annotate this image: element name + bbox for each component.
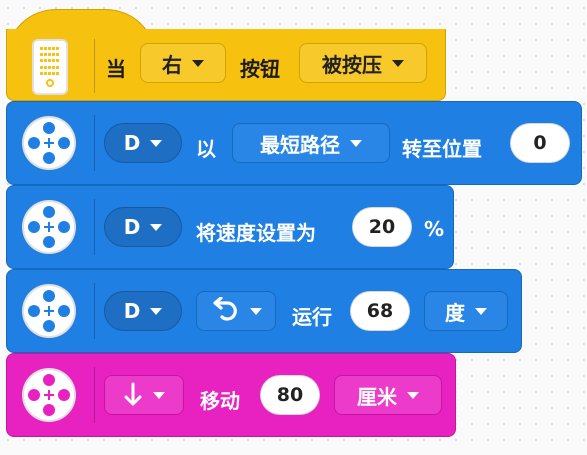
distance-input[interactable]: 80 <box>260 375 320 415</box>
block-separator <box>94 115 95 171</box>
event-selector-value: 被按压 <box>322 52 382 77</box>
motor-run-for-block[interactable]: D 运行 68 度 <box>6 269 582 353</box>
port-selector-dropdown[interactable]: D <box>104 123 182 163</box>
direction-value: 最短路径 <box>260 132 340 157</box>
speed-input[interactable]: 20 <box>352 207 412 247</box>
down-arrow-icon <box>124 382 142 406</box>
hub-icon <box>32 39 68 95</box>
unit-dropdown[interactable]: 度 <box>424 291 508 331</box>
chevron-down-icon <box>350 139 362 147</box>
chevron-down-icon <box>407 391 419 399</box>
amount-input[interactable]: 68 <box>350 291 410 331</box>
block-separator <box>94 199 95 255</box>
block-separator <box>94 283 95 339</box>
chevron-down-icon <box>153 391 165 399</box>
port-selector-dropdown[interactable]: D <box>104 207 182 247</box>
position-input[interactable]: 0 <box>510 123 570 163</box>
move-label: 移动 <box>200 389 240 413</box>
button-label: 按钮 <box>240 57 280 81</box>
set-speed-label: 将速度设置为 <box>196 221 316 245</box>
movement-icon <box>22 368 76 422</box>
chevron-down-icon <box>192 59 204 67</box>
move-direction-dropdown[interactable] <box>104 375 184 415</box>
port-value: D <box>123 131 141 155</box>
motor-go-to-position-block[interactable]: D 以 最短路径 转至位置 0 <box>6 101 582 185</box>
distance-unit-dropdown[interactable]: 厘米 <box>334 375 442 415</box>
chevron-down-icon <box>475 307 487 315</box>
motor-set-speed-block[interactable]: D 将速度设置为 20 % <box>6 185 582 269</box>
distance-unit-value: 厘米 <box>357 384 397 409</box>
chevron-down-icon <box>250 307 262 315</box>
when-label: 当 <box>106 57 126 81</box>
rotation-direction-dropdown[interactable] <box>196 291 276 331</box>
motor-icon <box>22 284 76 338</box>
port-selector-dropdown[interactable]: D <box>104 291 182 331</box>
go-to-position-label: 转至位置 <box>402 137 482 161</box>
motor-icon <box>22 200 76 254</box>
event-selector-dropdown[interactable]: 被按压 <box>299 43 427 83</box>
chevron-down-icon <box>150 223 163 231</box>
chevron-down-icon <box>150 307 163 315</box>
chevron-down-icon <box>150 139 163 147</box>
port-value: D <box>123 299 141 323</box>
code-canvas[interactable]: 当 右 按钮 被按压 D 以 最短路径 转至位置 0 D 将速度设置为 20 %… <box>0 0 587 455</box>
when-button-pressed-block[interactable]: 当 右 按钮 被按压 <box>6 9 446 101</box>
button-selector-value: 右 <box>162 52 182 77</box>
button-selector-dropdown[interactable]: 右 <box>140 43 226 83</box>
block-separator <box>94 367 95 423</box>
run-label: 运行 <box>292 305 332 329</box>
counterclockwise-arrow-icon <box>213 297 237 321</box>
chevron-down-icon <box>392 59 404 67</box>
percent-label: % <box>424 217 445 241</box>
motor-icon <box>22 116 76 170</box>
unit-value: 度 <box>445 300 465 325</box>
with-label: 以 <box>196 137 216 161</box>
port-value: D <box>123 215 141 239</box>
move-for-block[interactable]: 移动 80 厘米 <box>6 353 456 437</box>
direction-dropdown[interactable]: 最短路径 <box>232 123 390 163</box>
block-separator <box>94 39 95 93</box>
